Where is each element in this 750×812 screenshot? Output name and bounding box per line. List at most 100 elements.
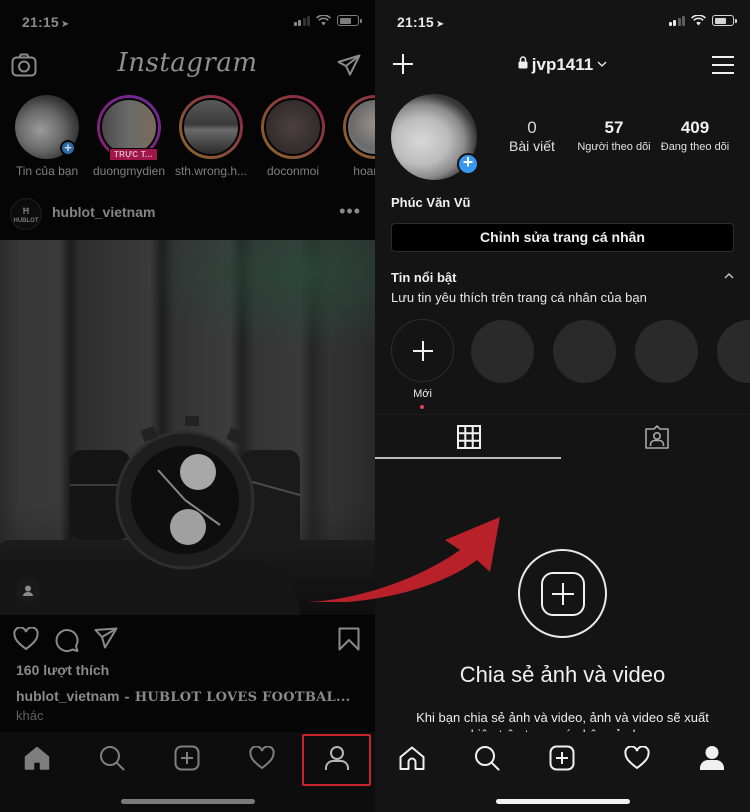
story-name: hoangth — [353, 164, 375, 178]
post-header: Ħ HUBLOT hublot_vietnam ••• — [0, 190, 375, 238]
new-post-icon — [174, 745, 200, 771]
highlights-title: Tin nổi bật — [391, 270, 457, 285]
tab-grid[interactable] — [375, 415, 562, 459]
search-icon — [100, 746, 125, 771]
story-item[interactable]: hoangth — [334, 92, 375, 188]
lock-icon — [518, 56, 528, 69]
empty-state-title: Chia sẻ ảnh và video — [459, 662, 666, 687]
story-name: doconmoi — [266, 164, 320, 178]
bookmark-icon[interactable] — [338, 627, 360, 651]
search-icon — [475, 746, 500, 771]
following-count: 409 — [680, 118, 710, 137]
edit-profile-button[interactable]: Chỉnh sửa trang cá nhân — [391, 223, 734, 252]
story-avatar — [346, 98, 375, 156]
story-name: sth.wrong.h... — [174, 164, 248, 178]
tab-home[interactable] — [394, 740, 430, 776]
like-heart-icon[interactable] — [13, 627, 39, 651]
instagram-logo: Instagram — [117, 48, 258, 78]
wifi-icon — [691, 15, 706, 26]
story-avatar — [264, 98, 322, 156]
highlights-row: Mới — [391, 319, 750, 409]
share-icon[interactable] — [94, 627, 118, 649]
signal-icon — [293, 15, 310, 26]
hamburger-menu-icon[interactable] — [712, 55, 734, 75]
profile-content-tabs — [375, 414, 750, 460]
tab-new-post[interactable] — [169, 740, 205, 776]
red-annotation-arrow — [293, 517, 500, 602]
status-bar: 21:15 ➤ — [375, 0, 750, 42]
plus-icon — [412, 340, 433, 361]
tab-activity[interactable] — [244, 740, 280, 776]
battery-icon — [712, 15, 737, 26]
share-photos-button[interactable] — [518, 549, 607, 638]
chevron-up-icon[interactable] — [724, 272, 734, 279]
username-switcher[interactable]: jvp1411 — [375, 55, 750, 75]
tab-tagged[interactable] — [563, 415, 750, 459]
highlights-subtitle: Lưu tin yêu thích trên trang cá nhân của… — [391, 290, 647, 305]
story-avatar — [182, 98, 240, 156]
tab-activity[interactable] — [619, 740, 655, 776]
live-badge: TRỰC T... — [109, 148, 158, 161]
tab-home[interactable] — [19, 740, 55, 776]
caption-username[interactable]: hublot_vietnam — [16, 688, 119, 704]
posts-count: 0 — [527, 118, 537, 137]
story-item[interactable]: doconmoi — [252, 92, 334, 188]
status-bar: 21:15 ➤ — [0, 0, 375, 42]
grid-icon — [456, 425, 481, 449]
bottom-tab-bar — [375, 732, 750, 812]
battery-icon — [337, 15, 362, 26]
display-name: Phúc Văn Vũ — [391, 195, 471, 210]
story-name: Tin của bạn — [15, 164, 79, 178]
highlight-placeholder — [471, 320, 534, 383]
tab-search[interactable] — [469, 740, 505, 776]
likes-count[interactable]: 160 lượt thích — [16, 662, 109, 678]
story-own[interactable]: + Tin của bạn — [6, 92, 88, 188]
post-username[interactable]: hublot_vietnam — [52, 204, 155, 220]
more-horizontal-icon[interactable]: ••• — [339, 201, 361, 222]
bottom-tab-bar — [0, 732, 375, 812]
profile-tab-highlight-box — [302, 734, 371, 786]
post-actions — [0, 622, 375, 658]
new-indicator-dot — [420, 405, 424, 409]
post-avatar[interactable]: Ħ HUBLOT — [10, 198, 42, 230]
home-indicator[interactable] — [121, 799, 255, 804]
tab-new-post[interactable] — [544, 740, 580, 776]
profile-filled-icon — [700, 746, 724, 770]
stat-followers[interactable]: 57 Người theo dõi — [573, 118, 655, 153]
home-icon — [24, 746, 50, 770]
watch-illustration — [70, 416, 301, 570]
tagged-icon — [644, 425, 669, 449]
stories-tray[interactable]: + Tin của bạn TRỰC T... duongmydien sth.… — [0, 92, 375, 188]
following-label: Đang theo dõi — [660, 141, 730, 153]
feed-header: Instagram — [0, 42, 375, 90]
home-indicator[interactable] — [496, 799, 630, 804]
new-post-icon — [549, 745, 575, 771]
tagged-people-icon[interactable] — [16, 579, 40, 603]
location-arrow-icon: ➤ — [435, 19, 445, 30]
active-tab-indicator — [375, 457, 561, 459]
followers-label: Người theo dõi — [577, 141, 651, 153]
direct-message-icon[interactable] — [337, 54, 361, 76]
tab-profile[interactable] — [694, 740, 730, 776]
caption-more-link[interactable]: khác — [16, 708, 43, 723]
home-icon — [399, 746, 425, 770]
story-item[interactable]: TRỰC T... duongmydien — [88, 92, 170, 188]
add-story-icon[interactable]: + — [60, 140, 76, 156]
add-story-icon[interactable]: + — [457, 153, 479, 175]
new-highlight-button[interactable] — [391, 319, 454, 382]
feed-screen: 21:15 ➤ Instagram + Tin của bạn TRỰC T...… — [0, 0, 375, 812]
wifi-icon — [316, 15, 331, 26]
heart-icon — [624, 746, 650, 770]
profile-screen: 21:15 ➤ jvp1411 + 0 Bài viết 57 Người the… — [375, 0, 750, 812]
location-arrow-icon: ➤ — [60, 19, 70, 30]
tab-search[interactable] — [94, 740, 130, 776]
followers-count: 57 — [604, 118, 624, 137]
stat-following[interactable]: 409 Đang theo dõi — [655, 118, 735, 153]
new-post-icon — [540, 571, 585, 616]
comment-icon[interactable] — [54, 627, 80, 653]
story-item[interactable]: sth.wrong.h... — [170, 92, 252, 188]
post-caption: hublot_vietnam - HUBLOT LOVES FOOTBAL... — [16, 688, 350, 705]
status-time: 21:15 — [22, 14, 59, 30]
story-name: duongmydien — [92, 164, 166, 178]
profile-header: jvp1411 — [375, 42, 750, 90]
